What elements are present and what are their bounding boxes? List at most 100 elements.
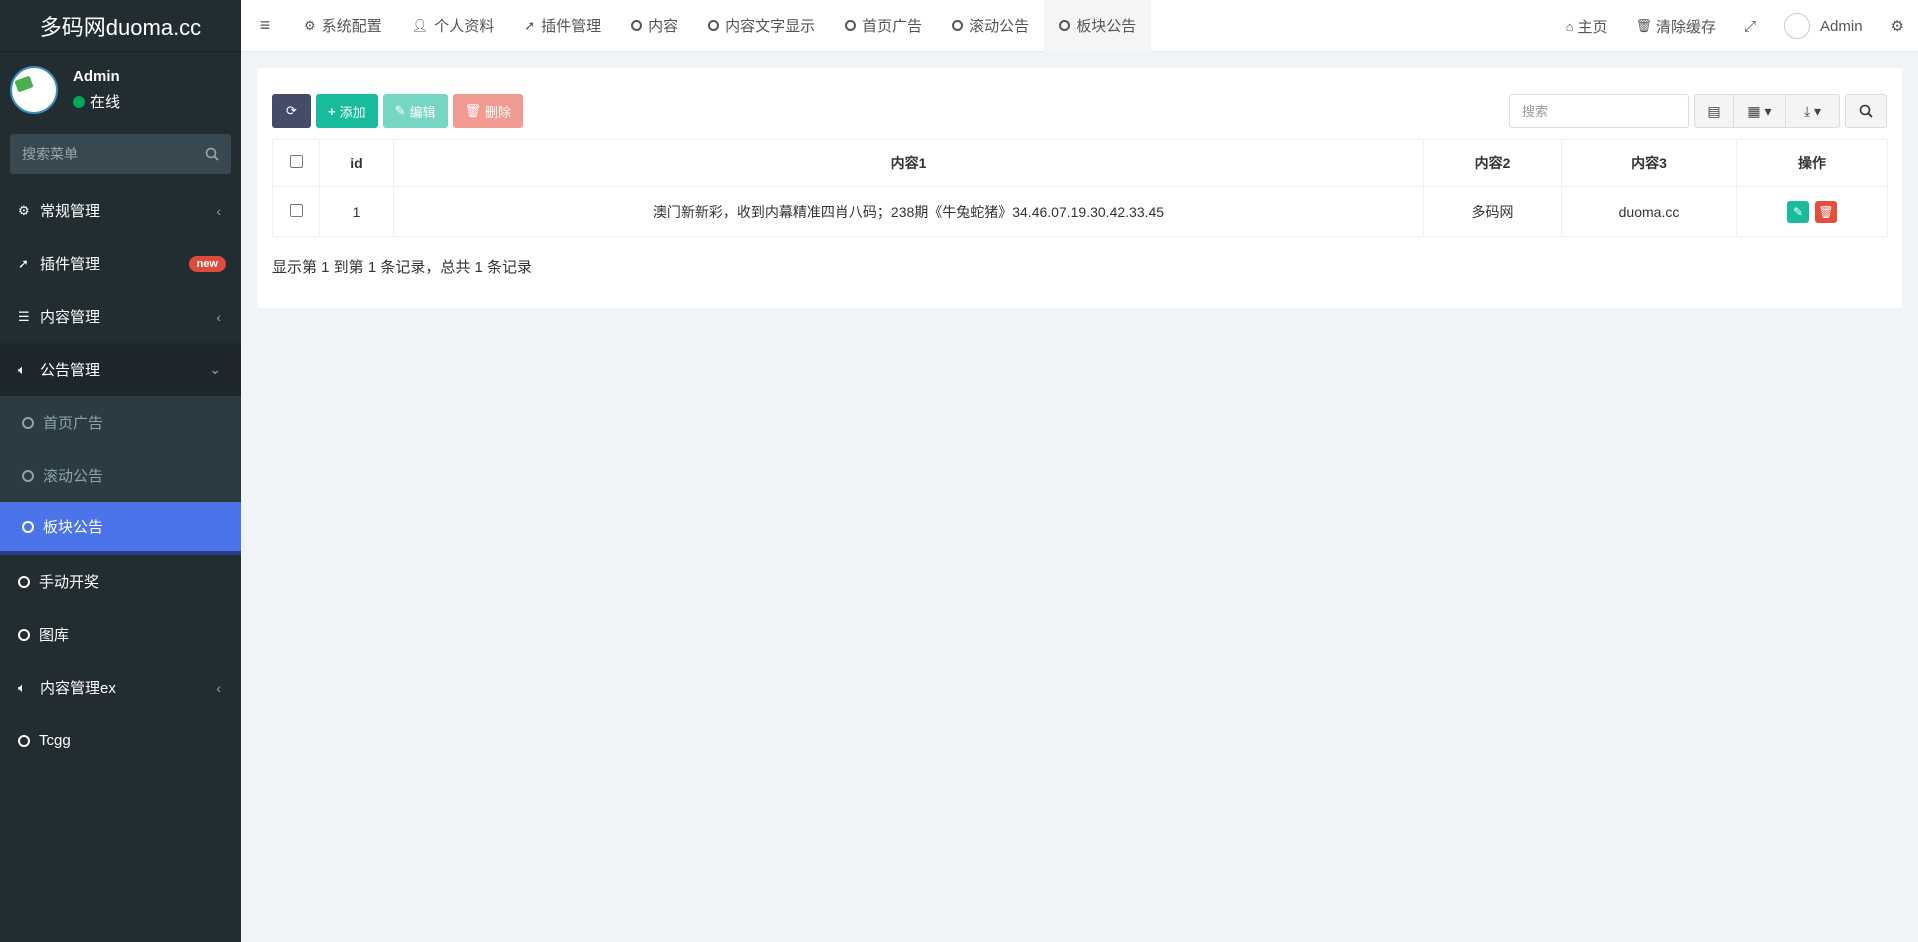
list-view-icon: ▤	[1707, 102, 1721, 119]
tab-content-text[interactable]: 内容文字显示	[693, 0, 830, 52]
sidebar-subitem-label: 板块公告	[43, 519, 104, 536]
table-search-input[interactable]	[1509, 94, 1689, 128]
tab-plugins[interactable]: ➚ 插件管理	[509, 0, 616, 52]
sidebar-item-general[interactable]: ⚙ 常规管理 ‹	[0, 184, 241, 237]
columns-dropdown-button[interactable]: ▦ ▾	[1734, 94, 1786, 128]
row-select-cell	[272, 186, 320, 237]
sidebar-item-content[interactable]: ☰ 内容管理 ‹	[0, 290, 241, 343]
add-label: 添加	[339, 104, 366, 120]
export-dropdown-button[interactable]: ⤓ ▾	[1786, 94, 1840, 128]
new-badge: new	[188, 255, 226, 272]
user-status: 在线	[73, 91, 120, 112]
rocket-icon: ➚	[18, 255, 29, 271]
top-navbar: ≡ ⚙ 系统配置 👤︎ 个人资料 ➚ 插件管理 内容 内容文字显示 首页广告 滚动公告…	[241, 0, 1918, 52]
tab-label: 板块公告	[1076, 18, 1137, 35]
tab-scroll-notice[interactable]: 滚动公告	[937, 0, 1044, 52]
home-icon: ⌂	[1565, 18, 1574, 34]
column-header-content3[interactable]: 内容3	[1561, 139, 1737, 187]
sidebar-item-label: 内容管理	[40, 309, 101, 326]
table-row[interactable]: 1 澳门新新彩，收到内幕精准四肖八码；238期《牛兔蛇猪》34.46.07.19…	[272, 186, 1888, 237]
home-label: 主页	[1577, 18, 1608, 36]
sidebar-item-gallery[interactable]: 图库	[0, 608, 241, 661]
user-icon: 👤︎	[411, 17, 429, 33]
announcements-submenu: 首页广告 滚动公告 板块公告	[0, 396, 241, 555]
pencil-icon: ✎	[394, 103, 406, 118]
avatar	[1784, 13, 1811, 39]
row-edit-button[interactable]: ✎	[1787, 200, 1810, 223]
tab-block-notice[interactable]: 板块公告	[1044, 0, 1152, 52]
circle-icon	[22, 520, 34, 533]
advanced-search-button[interactable]	[1845, 94, 1887, 128]
sidebar-item-manual-draw[interactable]: 手动开奖	[0, 555, 241, 608]
refresh-icon: ⟳	[286, 103, 297, 118]
circle-icon	[18, 734, 30, 747]
user-name: Admin	[73, 68, 120, 85]
sidebar-subitem-block-notice[interactable]: 板块公告	[0, 502, 241, 555]
row-delete-button[interactable]: 🗑︎	[1814, 200, 1837, 223]
sidebar-item-tcgg[interactable]: Tcgg	[0, 714, 241, 767]
data-table: id 内容1 内容2 内容3 操作 1 澳门新新彩，收到内幕精准四肖八码；238…	[272, 139, 1888, 237]
pencil-icon: ✎	[1793, 204, 1804, 219]
sidebar: 多码网duoma.cc Admin 在线 ⚙ 常规管理 ‹ ➚ 插件管理 new…	[0, 0, 241, 942]
sidebar-subitem-home-ads[interactable]: 首页广告	[0, 396, 241, 449]
settings-gears-icon[interactable]: ⚙	[1877, 0, 1918, 52]
tab-content[interactable]: 内容	[616, 0, 693, 52]
home-link[interactable]: ⌂ 主页	[1552, 0, 1622, 52]
sidebar-subitem-label: 滚动公告	[43, 468, 104, 485]
tab-label: 内容文字显示	[725, 18, 816, 35]
add-button[interactable]: + 添加	[316, 94, 378, 128]
menu-toggle-icon[interactable]: ≡	[241, 0, 289, 52]
chevron-left-icon: ‹	[216, 308, 221, 325]
bullhorn-icon: 🔈︎	[18, 361, 26, 377]
column-header-id[interactable]: id	[319, 139, 394, 187]
edit-label: 编辑	[409, 104, 436, 120]
bullhorn-icon: 🔈︎	[18, 679, 26, 695]
cell-id: 1	[319, 186, 394, 237]
select-all-cell	[272, 139, 320, 187]
tab-system-config[interactable]: ⚙ 系统配置	[289, 0, 397, 52]
user-status-label: 在线	[90, 94, 121, 111]
circle-icon	[631, 20, 643, 31]
sidebar-item-label: 常规管理	[40, 203, 101, 220]
column-header-content2[interactable]: 内容2	[1423, 139, 1562, 187]
refresh-button[interactable]: ⟳	[272, 94, 311, 128]
edit-button[interactable]: ✎ 编辑	[382, 94, 448, 128]
circle-icon	[845, 20, 857, 31]
sidebar-item-label: 插件管理	[40, 256, 101, 273]
tab-profile[interactable]: 👤︎ 个人资料	[397, 0, 510, 52]
clear-cache-button[interactable]: 🗑︎ 清除缓存	[1621, 0, 1730, 52]
user-panel: Admin 在线	[0, 52, 241, 128]
table-toolbar: ⟳ + 添加 ✎ 编辑 🗑︎ 删除	[272, 94, 524, 128]
sidebar-item-content-ex[interactable]: 🔈︎ 内容管理ex ‹	[0, 661, 241, 714]
clear-cache-label: 清除缓存	[1655, 18, 1716, 36]
admin-menu[interactable]: Admin	[1770, 0, 1877, 52]
content-panel: ⟳ +添加 ✎编辑 🗑︎删除 ▤ ▦ ▾ ⤓ ▾ id 内容1 内容2 内容3 …	[257, 68, 1902, 308]
tab-home-ads[interactable]: 首页广告	[830, 0, 937, 52]
delete-button[interactable]: 🗑︎ 删除	[452, 94, 524, 128]
table-tools: ▤ ▦ ▾ ⤓ ▾	[1509, 94, 1887, 128]
circle-icon	[18, 575, 30, 588]
table-header-row: id 内容1 内容2 内容3 操作	[272, 139, 1888, 187]
column-header-content1[interactable]: 内容1	[393, 139, 1424, 187]
delete-label: 删除	[485, 104, 512, 120]
row-checkbox[interactable]	[289, 203, 303, 217]
sidebar-item-plugins[interactable]: ➚ 插件管理 new	[0, 237, 241, 290]
fullscreen-icon[interactable]: ⤢	[1730, 0, 1770, 52]
chevron-left-icon: ‹	[216, 202, 221, 219]
search-icon[interactable]	[205, 147, 219, 161]
app-logo[interactable]: 多码网duoma.cc	[0, 0, 241, 52]
export-icon: ⤓ ▾	[1803, 102, 1822, 119]
pagination-info: 显示第 1 到第 1 条记录，总共 1 条记录	[272, 259, 533, 276]
sidebar-item-announcements[interactable]: 🔈︎ 公告管理 ⌄	[0, 343, 241, 396]
select-all-checkbox[interactable]	[289, 155, 303, 168]
sidebar-subitem-scroll-notice[interactable]: 滚动公告	[0, 449, 241, 502]
chevron-down-icon: ⌄	[209, 361, 221, 377]
circle-icon	[1059, 20, 1071, 31]
sidebar-search-input[interactable]	[22, 146, 182, 162]
view-tools: ▤ ▦ ▾ ⤓ ▾	[1694, 94, 1840, 128]
plus-icon: +	[328, 103, 336, 119]
toggle-view-button[interactable]: ▤	[1694, 94, 1734, 128]
tab-label: 滚动公告	[969, 18, 1030, 35]
gears-icon: ⚙	[18, 202, 30, 218]
tab-label: 内容	[648, 18, 679, 35]
